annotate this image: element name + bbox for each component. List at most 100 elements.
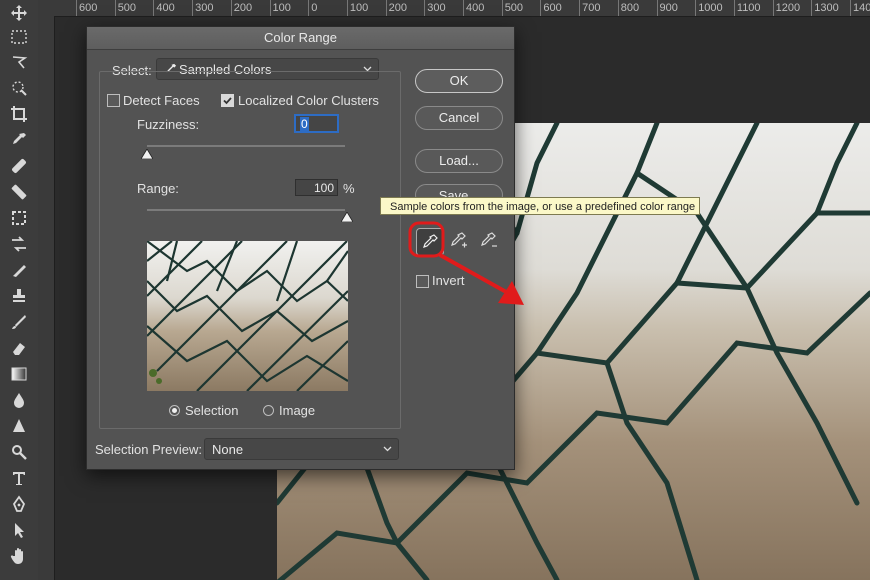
stamp-tool-icon[interactable] — [8, 285, 30, 307]
ruler-tick — [76, 0, 77, 16]
selection-preview-value: None — [212, 442, 244, 457]
selection-arrow-tool-icon[interactable] — [8, 519, 30, 541]
ruler-label: 600 — [79, 2, 98, 14]
ruler-tick — [540, 0, 542, 16]
fuzziness-field[interactable]: 0 — [295, 115, 338, 132]
ruler-tick — [656, 0, 658, 16]
ruler-label: 400 — [466, 2, 485, 14]
ruler-label: 100 — [349, 2, 369, 14]
range-unit: % — [343, 181, 355, 196]
marquee-tool-icon[interactable] — [8, 26, 30, 48]
move-tool-icon[interactable] — [8, 2, 30, 24]
ruler-tick — [153, 0, 155, 16]
ruler-tick — [579, 0, 581, 16]
ruler-label: 700 — [582, 2, 601, 14]
eyedropper-tool-icon[interactable] — [8, 129, 30, 151]
checkmark-icon — [223, 97, 232, 105]
blur-tool-icon[interactable] — [8, 389, 30, 411]
ruler-tick — [192, 0, 194, 16]
image-radio[interactable] — [263, 405, 274, 416]
fuzziness-slider-track[interactable] — [147, 145, 345, 147]
type-tool-icon[interactable] — [8, 467, 30, 489]
ruler-tick — [463, 0, 464, 16]
ruler-label: 200 — [233, 2, 253, 14]
horizontal-ruler: 600 500 400 300 200 100 0 100 200 300 400 500 600 700… — [38, 0, 870, 17]
history-brush-tool-icon[interactable] — [8, 233, 30, 255]
preview-thumbnail — [147, 241, 348, 391]
crop-tool-icon[interactable] — [8, 103, 30, 125]
quick-selection-tool-icon[interactable] — [8, 77, 30, 99]
clone-stamp-tool-icon[interactable] — [8, 207, 30, 229]
dodge-tool-icon[interactable] — [8, 415, 30, 437]
ruler-tick — [772, 0, 774, 16]
erase-tool-icon[interactable] — [8, 337, 30, 359]
chevron-down-icon — [383, 446, 392, 452]
ruler-tick — [424, 0, 426, 16]
ruler-label: 300 — [195, 2, 214, 14]
ruler-label: 200 — [388, 2, 407, 14]
ruler-label: 1400 — [853, 2, 870, 14]
brush-tool-icon[interactable] — [8, 181, 30, 203]
arrow-head — [498, 281, 524, 305]
gradient-tool-icon[interactable] — [8, 363, 30, 385]
dialog-title: Color Range — [87, 27, 514, 50]
selection-preview-label: Selection Preview: — [95, 442, 202, 457]
ruler-label: 1100 — [736, 2, 761, 14]
lasso-tool-icon[interactable] — [8, 51, 30, 73]
fuzziness-value: 0 — [300, 117, 309, 131]
tooltip: Sample colors from the image, or use a p… — [380, 197, 700, 215]
eraser-tool-icon[interactable] — [8, 259, 30, 281]
ruler-tick — [695, 0, 697, 16]
annotation-arrow — [439, 253, 509, 295]
localized-color-clusters-label: Localized Color Clusters — [238, 93, 379, 108]
art-brush-tool-icon[interactable] — [8, 311, 30, 333]
selection-radio[interactable] — [169, 405, 180, 416]
selection-preview-dropdown[interactable]: None — [204, 438, 399, 460]
ruler-label: 300 — [427, 2, 446, 14]
ruler-tick — [850, 0, 851, 16]
highlight-ring — [408, 221, 445, 258]
ruler-label: 900 — [659, 2, 678, 14]
ruler-tick — [501, 0, 503, 16]
vertical-ruler — [38, 16, 55, 580]
ruler-label: 800 — [620, 2, 640, 14]
ruler-tick — [617, 0, 619, 16]
ruler-tick — [230, 0, 232, 16]
ruler-tick — [811, 0, 813, 16]
path-tool-icon[interactable] — [8, 493, 30, 515]
fuzziness-label: Fuzziness: — [137, 117, 200, 132]
range-slider-track[interactable] — [147, 209, 345, 211]
range-label: Range: — [137, 181, 179, 196]
ruler-label: 100 — [272, 2, 291, 14]
localized-color-clusters-checkbox[interactable] — [221, 94, 234, 107]
range-field[interactable]: 100 — [295, 179, 338, 196]
detect-faces-checkbox[interactable] — [107, 94, 120, 107]
ruler-tick — [308, 0, 310, 16]
ruler-label: 500 — [504, 2, 524, 14]
fuzziness-slider-thumb[interactable] — [141, 149, 153, 159]
ruler-label: 500 — [117, 2, 137, 14]
ruler-label: 400 — [156, 2, 175, 14]
healing-brush-tool-icon[interactable] — [8, 155, 30, 177]
ruler-label: 1300 — [814, 2, 839, 14]
ruler-tick — [269, 0, 271, 16]
detect-faces-label: Detect Faces — [123, 93, 200, 108]
ruler-tick — [346, 0, 348, 16]
cancel-button[interactable]: Cancel — [415, 106, 503, 130]
ruler-tick — [733, 0, 735, 16]
ruler-label: 600 — [543, 2, 562, 14]
range-slider-thumb[interactable] — [341, 212, 353, 222]
ruler-label: 0 — [311, 2, 318, 14]
pen-tool-icon[interactable] — [8, 441, 30, 463]
annotation-overlay — [408, 221, 524, 305]
image-radio-label: Image — [279, 403, 316, 418]
ruler-tick — [385, 0, 387, 16]
ok-button[interactable]: OK — [415, 69, 503, 93]
ruler-label: 1200 — [775, 2, 801, 14]
ruler-label: 1000 — [698, 2, 723, 14]
tools-panel — [0, 0, 39, 580]
hand-tool-icon[interactable] — [8, 545, 30, 567]
ruler-tick — [114, 0, 116, 16]
selection-radio-label: Selection — [185, 403, 239, 418]
load-button[interactable]: Load... — [415, 149, 503, 173]
